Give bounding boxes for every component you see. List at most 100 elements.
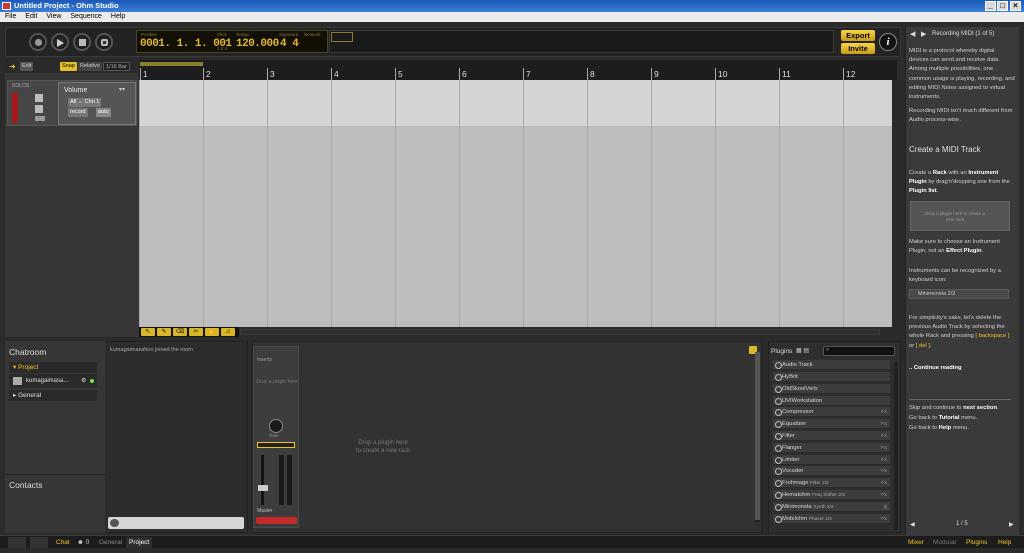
menu-help[interactable]: Help bbox=[111, 13, 125, 20]
play-button[interactable] bbox=[51, 33, 69, 51]
user-name: kumagaimasa... bbox=[26, 378, 69, 384]
plugin-item[interactable]: Flanger FX bbox=[773, 443, 890, 453]
tab-general[interactable]: General bbox=[96, 537, 125, 548]
fader-track bbox=[261, 455, 264, 505]
arrangement-area[interactable] bbox=[139, 80, 892, 327]
chat-log: kumagaimasahiro joined the room bbox=[106, 343, 247, 515]
relative-button[interactable]: Relative bbox=[78, 62, 102, 71]
overview-viewport[interactable] bbox=[331, 32, 353, 42]
chat-input[interactable] bbox=[108, 517, 244, 529]
arrangement-vscroll[interactable] bbox=[892, 80, 897, 327]
tab-help[interactable]: Help bbox=[995, 537, 1014, 548]
help-menu-link[interactable]: Go back to Help menu. bbox=[909, 424, 1015, 433]
hand-tool-icon[interactable]: ✋ bbox=[205, 328, 219, 336]
export-button[interactable]: Export bbox=[841, 30, 875, 41]
invite-button[interactable]: Invite bbox=[841, 43, 875, 54]
record-button[interactable] bbox=[29, 33, 47, 51]
meter-right bbox=[287, 455, 292, 505]
master-fader[interactable] bbox=[258, 485, 268, 491]
track-row[interactable]: SOLOS Volume ▾▾ All → Chn 1 record auto bbox=[7, 80, 137, 126]
rack-scrollbar[interactable] bbox=[755, 352, 760, 522]
add-track-icon[interactable]: ➜ bbox=[9, 62, 16, 71]
signature-readout[interactable]: 4 4 bbox=[280, 38, 299, 50]
plugin-search-input[interactable]: ⌕ bbox=[823, 346, 895, 356]
solo-icon[interactable] bbox=[35, 105, 43, 113]
minimize-button[interactable]: _ bbox=[985, 1, 996, 11]
auto-chip[interactable]: auto bbox=[96, 108, 111, 117]
room-project[interactable]: ▾ Project bbox=[9, 362, 97, 373]
note-tool-icon[interactable]: ♫ bbox=[221, 328, 235, 336]
menu-view[interactable]: View bbox=[46, 13, 61, 20]
plugin-item[interactable]: Vocoder FX bbox=[773, 466, 890, 476]
plugin-item[interactable]: Equalizer FX bbox=[773, 419, 890, 429]
gain-knob[interactable] bbox=[269, 419, 283, 433]
loop-region[interactable] bbox=[140, 62, 203, 66]
bar-label: 4 bbox=[331, 68, 339, 80]
plugin-item[interactable]: HyBrit bbox=[773, 372, 890, 382]
volume-plugin-slot[interactable]: Volume ▾▾ All → Chn 1 record auto bbox=[58, 82, 136, 125]
plugin-item[interactable]: Hematohm Freq Shifter 2/2 FX bbox=[773, 490, 890, 500]
menu-sequence[interactable]: Sequence bbox=[70, 13, 102, 20]
pointer-tool-icon[interactable]: ↖ bbox=[141, 328, 155, 336]
continue-reading-link[interactable]: .. Continue reading bbox=[909, 364, 1015, 373]
page-prev-icon[interactable]: ◀ bbox=[910, 521, 915, 528]
menu-edit[interactable]: Edit bbox=[25, 13, 37, 20]
menu-file[interactable]: File bbox=[5, 13, 16, 20]
pencil-tool-icon[interactable]: ✎ bbox=[157, 328, 171, 336]
bar-label: 11 bbox=[779, 68, 791, 80]
pan-control[interactable] bbox=[257, 442, 295, 448]
eraser-tool-icon[interactable]: ⌫ bbox=[173, 328, 187, 336]
plugin-item[interactable]: Audio Track bbox=[773, 360, 890, 370]
midi-input-select[interactable]: All → Chn 1 bbox=[68, 98, 102, 107]
tutorial-next-icon[interactable]: ▶ bbox=[921, 30, 926, 38]
plugin-item[interactable]: Minimonsta Synth 2/2 ||| bbox=[773, 502, 890, 512]
master-mute-bar[interactable] bbox=[256, 517, 297, 524]
plugin-item[interactable]: Mobilohm Phaser 2/2 FX bbox=[773, 514, 890, 524]
tab-project[interactable]: Project bbox=[126, 537, 153, 548]
grid-select[interactable]: 1/16 Bar bbox=[103, 62, 130, 71]
transport-display: Position 0001. 1. 1. 001 Click 1 2 4 Tem… bbox=[136, 30, 328, 53]
skip-link[interactable]: Skip and continue to next section. bbox=[909, 404, 1015, 413]
tutorial-menu-link[interactable]: Go back to Tutorial menu. bbox=[909, 414, 1015, 423]
mute-icon[interactable] bbox=[35, 94, 43, 102]
arrangement-hscroll[interactable] bbox=[240, 329, 880, 335]
gear-icon[interactable]: ⚙ bbox=[81, 374, 86, 388]
timeline-ruler[interactable]: 1 2 3 4 5 6 7 8 9 10 11 12 bbox=[139, 60, 897, 80]
tab-chat[interactable]: Chat bbox=[53, 537, 73, 548]
stop-button[interactable] bbox=[73, 33, 91, 51]
info-button[interactable]: i bbox=[879, 33, 897, 51]
plugins-filter-icon[interactable]: ▦ ▤ bbox=[796, 347, 809, 354]
plugin-item[interactable]: Frohmage Filter 2/2 FX bbox=[773, 478, 890, 488]
panel-toggle-icon[interactable] bbox=[30, 537, 48, 548]
plugin-item[interactable]: UVIWorkstation bbox=[773, 396, 890, 406]
plugin-item[interactable]: Limiter FX bbox=[773, 455, 890, 465]
record-mode-chip[interactable]: record bbox=[68, 108, 88, 117]
tempo-readout[interactable]: 120.000 bbox=[236, 38, 279, 50]
close-button[interactable]: × bbox=[1010, 1, 1021, 11]
panel-toggle-icon[interactable] bbox=[8, 537, 26, 548]
tutorial-prev-icon[interactable]: ◀ bbox=[910, 30, 915, 38]
click-value[interactable]: 1 2 4 bbox=[217, 46, 227, 51]
slot-settings-icon[interactable]: ▾▾ bbox=[119, 86, 125, 93]
plugin-item[interactable]: Compressor FX bbox=[773, 407, 890, 417]
tutorial-nav-title: Recording MIDI (1 of 5) bbox=[932, 31, 995, 37]
user-entry[interactable]: kumagaimasa... ⚙ bbox=[9, 374, 97, 388]
plugins-scrollbar[interactable] bbox=[894, 362, 898, 530]
snap-button[interactable]: Snap bbox=[60, 62, 77, 71]
rack-area[interactable]: Drop a plugin here to create a new rack bbox=[252, 341, 762, 533]
plugin-item[interactable]: Filter FX bbox=[773, 431, 890, 441]
room-general[interactable]: ▸ General bbox=[9, 390, 97, 401]
plugin-item[interactable]: OldSkoolVerb bbox=[773, 384, 890, 394]
loop-button[interactable] bbox=[95, 33, 113, 51]
arm-icon[interactable] bbox=[35, 116, 45, 121]
click-label: Click bbox=[217, 32, 227, 37]
split-tool-icon[interactable]: ✂ bbox=[189, 328, 203, 336]
page-next-icon[interactable]: ▶ bbox=[1009, 521, 1014, 528]
overview-timeline[interactable] bbox=[329, 30, 834, 53]
tab-modular[interactable]: Modular bbox=[930, 537, 959, 548]
edit-button[interactable]: Edit bbox=[20, 62, 34, 71]
tutorial-p3: Create a Rack with an Instrument Plugin … bbox=[909, 170, 1010, 195]
tab-mixer[interactable]: Mixer bbox=[905, 537, 927, 548]
tab-plugins[interactable]: Plugins bbox=[963, 537, 990, 548]
maximize-button[interactable]: □ bbox=[997, 1, 1008, 11]
